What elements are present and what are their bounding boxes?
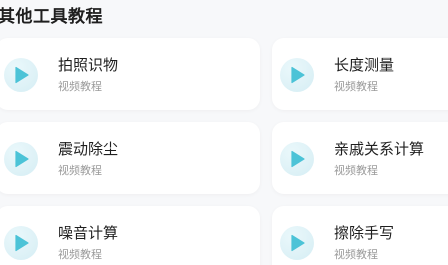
tool-name: 长度测量 [334,56,395,74]
tool-subtitle: 视频教程 [58,164,102,177]
tool-name: 亲戚关系计算 [334,140,425,158]
section-title: 其他工具教程 [0,7,103,27]
tool-card[interactable]: 擦除手写 视频教程 [272,206,448,265]
tool-card[interactable]: 震动除尘 视频教程 [0,122,260,194]
play-icon [280,58,314,92]
tool-name: 噪音计算 [58,224,119,242]
tool-subtitle: 视频教程 [334,164,378,177]
tool-name: 擦除手写 [334,224,395,242]
tool-card[interactable]: 噪音计算 视频教程 [0,206,260,265]
tool-card[interactable]: 亲戚关系计算 视频教程 [272,122,448,194]
tool-card[interactable]: 拍照识物 视频教程 [0,38,260,110]
tools-tutorial-page: 其他工具教程 拍照识物 视频教程 长度测量 视频教程 震动除尘 视频教程 亲戚关… [0,0,448,265]
play-icon [4,142,38,176]
play-icon [4,58,38,92]
tool-subtitle: 视频教程 [334,80,378,93]
play-icon [4,226,38,260]
play-icon [280,226,314,260]
tool-subtitle: 视频教程 [334,248,378,261]
tool-name: 拍照识物 [58,56,119,74]
play-icon [280,142,314,176]
tool-subtitle: 视频教程 [58,248,102,261]
tool-subtitle: 视频教程 [58,80,102,93]
tool-card[interactable]: 长度测量 视频教程 [272,38,448,110]
tool-name: 震动除尘 [58,140,119,158]
